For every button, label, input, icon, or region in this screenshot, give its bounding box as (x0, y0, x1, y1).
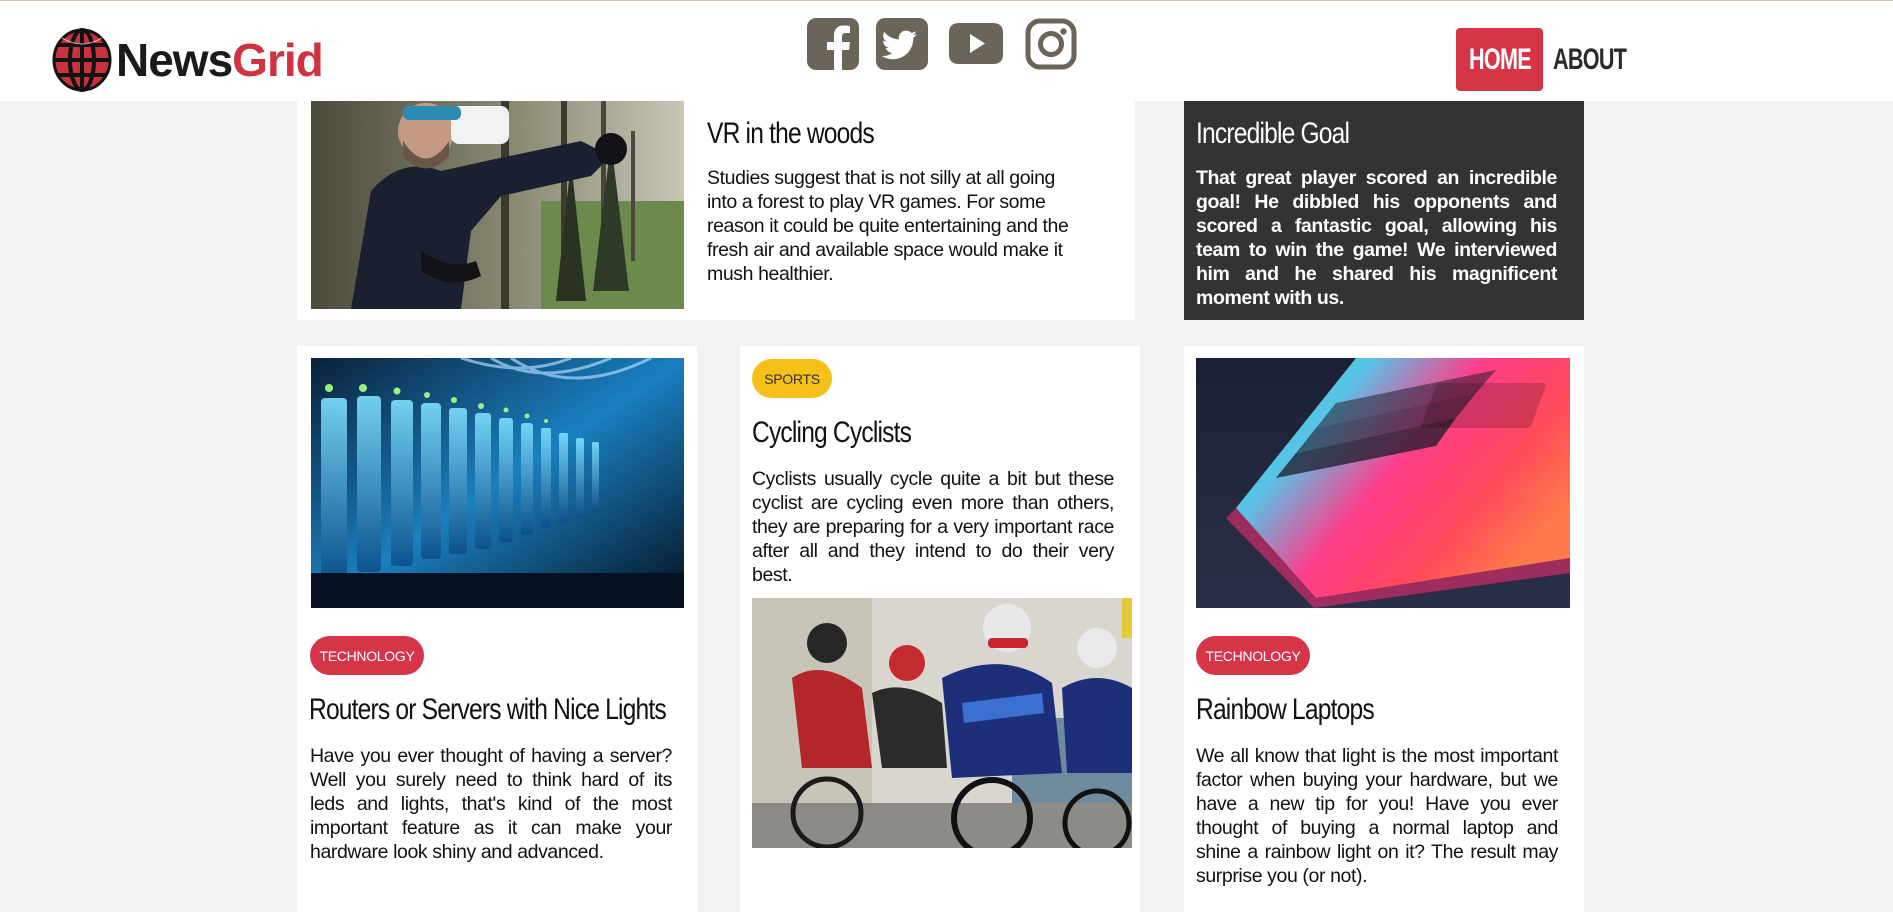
twitter-link[interactable] (876, 18, 928, 70)
article-text: Cyclists usually cycle quite a bit but t… (752, 468, 1114, 586)
instagram-link[interactable] (1025, 18, 1077, 70)
article-title[interactable]: VR in the woods (707, 117, 875, 152)
article-card-routers[interactable]: TECHNOLOGY Routers or Servers with Nice … (297, 346, 697, 912)
article-card-cycling[interactable]: SPORTS Cycling Cyclists Cyclists usually… (740, 346, 1140, 912)
site-header: NewsGrid HOME ABOUT (0, 0, 1893, 101)
logo-text: NewsGrid (116, 34, 324, 86)
social-links (807, 18, 1094, 70)
laptops-image[interactable] (1196, 358, 1570, 608)
instagram-icon (1025, 18, 1077, 70)
article-title[interactable]: Rainbow Laptops (1196, 693, 1375, 728)
site-logo[interactable]: NewsGrid (52, 27, 324, 93)
facebook-link[interactable] (807, 18, 859, 70)
article-card-laptops[interactable]: TECHNOLOGY Rainbow Laptops We all know t… (1184, 346, 1584, 912)
article-text: Studies suggest that is not silly at all… (707, 167, 1069, 285)
article-text: That great player scored an incredible g… (1196, 167, 1557, 309)
main-nav: HOME ABOUT (1456, 28, 1655, 91)
globe-icon (52, 28, 112, 92)
nav-home[interactable]: HOME (1456, 28, 1543, 91)
routers-image[interactable] (311, 358, 684, 608)
laptop-photo (1196, 358, 1570, 608)
vr-photo (311, 101, 684, 309)
category-badge[interactable]: SPORTS (752, 359, 832, 398)
twitter-icon (876, 18, 928, 70)
nav-about[interactable]: ABOUT (1553, 43, 1627, 77)
category-badge[interactable]: TECHNOLOGY (310, 636, 424, 675)
youtube-icon (949, 23, 1003, 64)
facebook-icon (807, 18, 859, 70)
servers-photo (311, 358, 684, 608)
article-title[interactable]: Incredible Goal (1196, 117, 1350, 152)
article-title[interactable]: Routers or Servers with Nice Lights (309, 693, 667, 728)
article-text: We all know that light is the most impor… (1196, 745, 1558, 887)
cycling-image[interactable] (752, 598, 1132, 848)
youtube-link[interactable] (945, 18, 1007, 70)
article-card-goal[interactable]: Incredible Goal That great player scored… (1184, 91, 1584, 320)
article-text: Have you ever thought of having a server… (310, 745, 672, 863)
category-badge[interactable]: TECHNOLOGY (1196, 636, 1310, 675)
article-title[interactable]: Cycling Cyclists (752, 416, 912, 451)
article-card-vr[interactable]: VR in the woods Studies suggest that is … (297, 91, 1135, 320)
cyclists-photo (752, 598, 1132, 848)
vr-image[interactable] (311, 101, 684, 309)
